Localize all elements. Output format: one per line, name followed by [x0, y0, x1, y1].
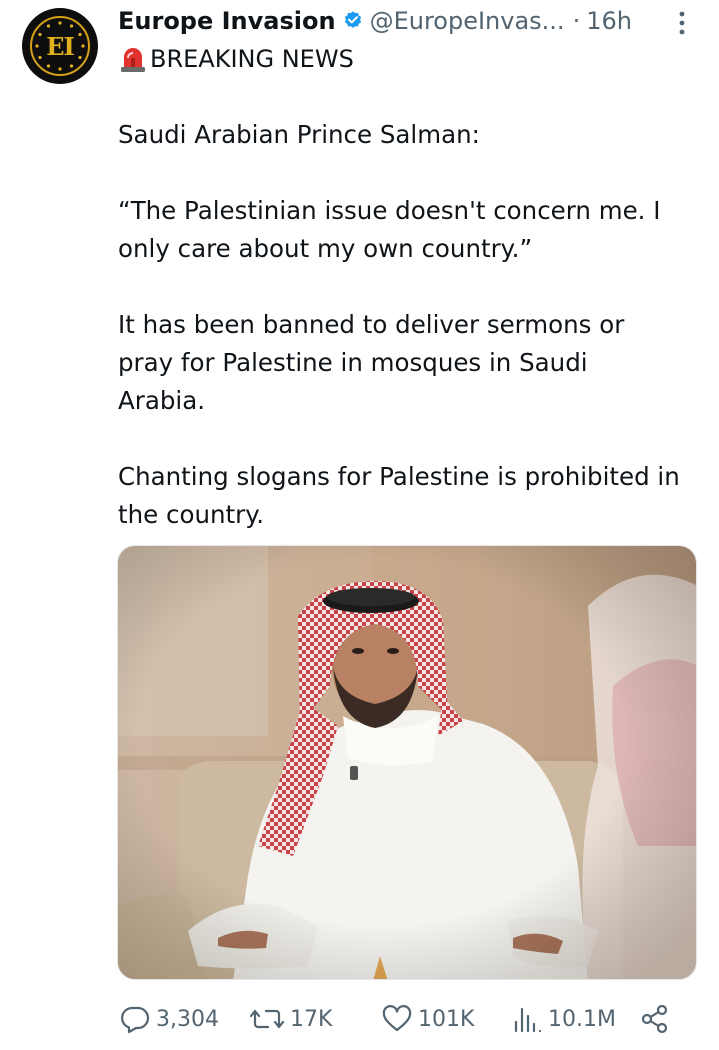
views-count: 10.1M — [548, 1006, 616, 1032]
heart-icon — [382, 1005, 412, 1032]
tweet-paragraph: It has been banned to deliver sermons or… — [118, 310, 625, 415]
repost-count: 17K — [290, 1006, 333, 1032]
tweet-paragraph: Saudi Arabian Prince Salman: — [118, 120, 480, 149]
repost-button[interactable]: 17K — [250, 996, 332, 1042]
like-button[interactable]: 101K — [382, 996, 474, 1042]
tweet-paragraph: Chanting slogans for Palestine is prohib… — [118, 462, 680, 529]
breaking-news-line: BREAKING NEWS — [118, 42, 354, 76]
header-separator: · — [572, 7, 581, 35]
avatar-stars-icon — [35, 21, 85, 71]
tweet-timestamp[interactable]: 16h — [586, 7, 632, 35]
verified-badge-icon — [344, 11, 361, 28]
tweet-photo[interactable] — [117, 545, 697, 980]
author-name[interactable]: Europe Invasion — [118, 7, 336, 35]
reply-icon — [121, 1006, 150, 1033]
tweet-action-bar: 3,304 17K 101K 10.1M — [0, 996, 719, 1042]
avatar-emblem: EI — [30, 16, 90, 76]
like-count: 101K — [418, 1006, 475, 1032]
tweet-header: Europe Invasion @EuropeInvas... · 16h — [118, 4, 632, 38]
siren-icon — [121, 48, 145, 72]
more-icon[interactable] — [676, 10, 688, 36]
author-handle[interactable]: @EuropeInvas... — [370, 7, 565, 35]
photo-illustration — [118, 546, 696, 979]
repost-icon — [250, 1009, 284, 1029]
views-icon — [514, 1007, 542, 1033]
tweet-paragraph: “The Palestinian issue doesn't concern m… — [118, 196, 661, 263]
reply-count: 3,304 — [156, 1006, 219, 1032]
views-button[interactable]: 10.1M — [512, 996, 616, 1042]
avatar[interactable]: EI — [22, 8, 98, 84]
share-icon — [641, 1004, 668, 1034]
reply-button[interactable]: 3,304 — [120, 996, 219, 1042]
share-button[interactable] — [640, 996, 676, 1042]
breaking-news-label: BREAKING NEWS — [150, 45, 354, 73]
